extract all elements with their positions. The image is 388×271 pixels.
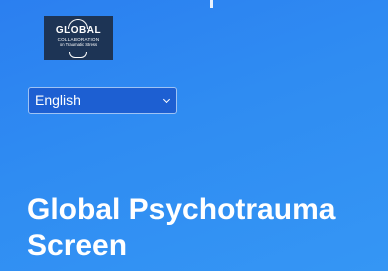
page-title: Global Psychotrauma Screen	[27, 192, 388, 264]
chevron-down-icon	[162, 95, 171, 104]
global-collaboration-logo[interactable]: GLOBAL COLLABORATION on Traumatic Stress	[44, 16, 113, 60]
logo-arc-top	[68, 19, 88, 29]
language-select-value: English	[35, 92, 81, 108]
page-title-line-1: Global Psychotrauma	[27, 193, 336, 226]
logo-line-3: on Traumatic Stress	[59, 42, 98, 47]
logo-arc-bottom	[69, 52, 87, 58]
page-title-line-2: Screen	[27, 229, 128, 262]
language-select[interactable]: English	[28, 87, 177, 114]
top-indicator	[210, 0, 213, 8]
